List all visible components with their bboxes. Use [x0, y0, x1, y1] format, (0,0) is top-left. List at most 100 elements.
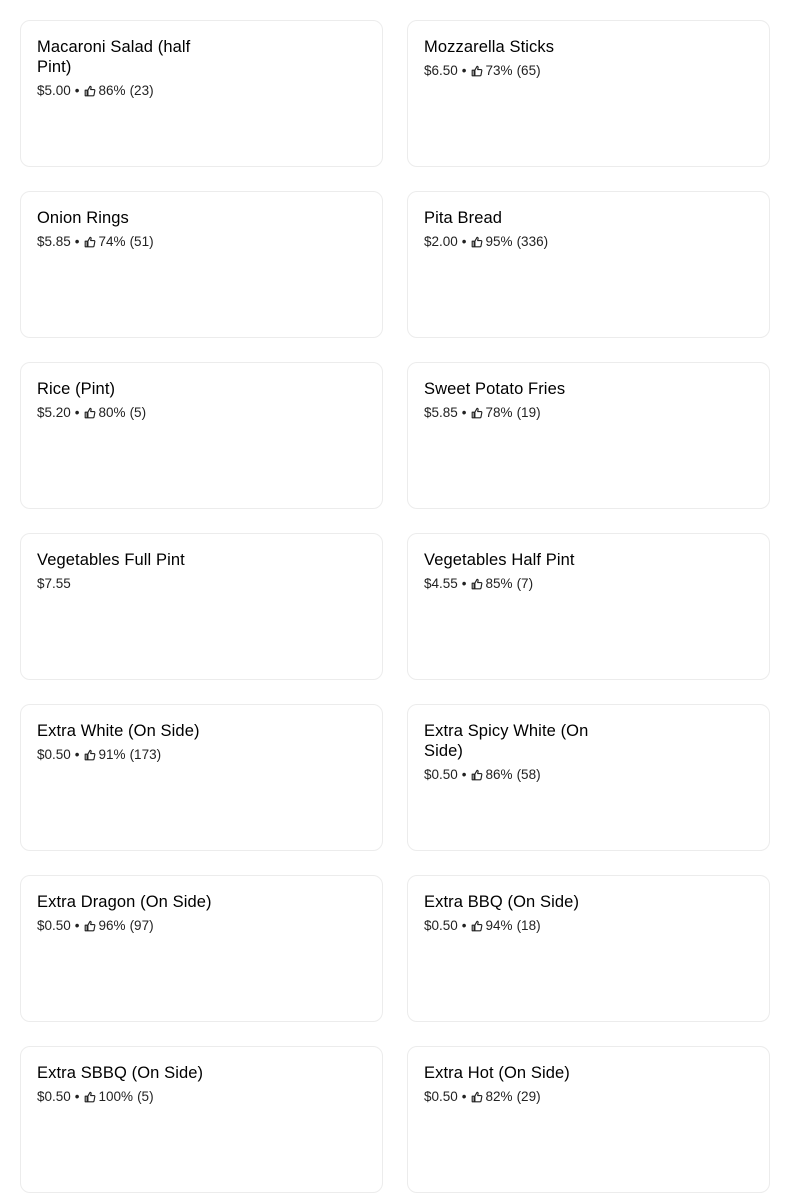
menu-item-card[interactable]: Macaroni Salad (half Pint) $5.00 • 86% (… [20, 20, 383, 167]
thumbs-up-icon [84, 749, 96, 761]
menu-item-name: Sweet Potato Fries [424, 380, 566, 398]
menu-item-card[interactable]: Extra BBQ (On Side) $0.50 • 94% (18) [407, 875, 770, 1022]
menu-item-rating-count: (51) [129, 234, 154, 249]
separator-dot: • [74, 918, 80, 933]
menu-item-name: Vegetables Half Pint [424, 551, 575, 569]
menu-item-rating-count: (18) [516, 918, 541, 933]
separator-dot: • [74, 405, 80, 420]
menu-item-rating: 96% [98, 918, 126, 933]
menu-item-rating-count: (97) [129, 918, 154, 933]
menu-item-meta: $6.50 • 73% (65) [424, 62, 753, 80]
menu-item-rating: 85% [485, 576, 513, 591]
menu-item-rating-count: (23) [129, 83, 154, 98]
menu-item-name: Onion Rings [37, 209, 129, 227]
separator-dot: • [74, 747, 80, 762]
menu-item-card[interactable]: Onion Rings $5.85 • 74% (51) [20, 191, 383, 338]
menu-item-rating-count: (29) [516, 1089, 541, 1104]
thumbs-up-icon [471, 769, 483, 781]
menu-item-rating: 86% [485, 767, 513, 782]
menu-item-rating: 82% [485, 1089, 513, 1104]
menu-item-price: $0.50 [424, 767, 458, 782]
thumbs-up-icon [84, 1091, 96, 1103]
thumbs-up-icon [471, 1091, 483, 1103]
menu-item-meta: $0.50 • 91% (173) [37, 746, 366, 764]
separator-dot: • [461, 1089, 467, 1104]
menu-item-meta: $0.50 • 94% (18) [424, 917, 753, 935]
menu-item-card[interactable]: Extra Spicy White (On Side) $0.50 • 86% … [407, 704, 770, 851]
separator-dot: • [461, 918, 467, 933]
menu-item-card[interactable]: Extra Dragon (On Side) $0.50 • 96% (97) [20, 875, 383, 1022]
separator-dot: • [74, 1089, 80, 1104]
menu-item-meta: $5.20 • 80% (5) [37, 404, 366, 422]
menu-item-card[interactable]: Pita Bread $2.00 • 95% (336) [407, 191, 770, 338]
menu-item-meta: $7.55 [37, 575, 366, 593]
menu-item-name: Extra SBBQ (On Side) [37, 1064, 204, 1082]
menu-item-price: $0.50 [37, 918, 71, 933]
menu-item-price: $0.50 [424, 1089, 458, 1104]
menu-item-price: $0.50 [424, 918, 458, 933]
menu-item-rating: 95% [485, 234, 513, 249]
menu-item-name: Rice (Pint) [37, 380, 116, 398]
menu-item-rating-count: (65) [516, 63, 541, 78]
menu-item-rating-count: (5) [129, 405, 147, 420]
menu-item-price: $7.55 [37, 576, 71, 591]
separator-dot: • [461, 234, 467, 249]
menu-item-rating: 100% [98, 1089, 134, 1104]
menu-item-card[interactable]: Extra SBBQ (On Side) $0.50 • 100% (5) [20, 1046, 383, 1193]
menu-item-price: $5.85 [37, 234, 71, 249]
menu-item-price: $4.55 [424, 576, 458, 591]
separator-dot: • [74, 234, 80, 249]
thumbs-up-icon [84, 407, 96, 419]
menu-item-price: $0.50 [37, 1089, 71, 1104]
thumbs-up-icon [471, 407, 483, 419]
menu-item-price: $5.20 [37, 405, 71, 420]
menu-item-price: $2.00 [424, 234, 458, 249]
menu-item-name: Vegetables Full Pint [37, 551, 185, 569]
menu-item-price: $0.50 [37, 747, 71, 762]
thumbs-up-icon [471, 578, 483, 590]
menu-item-meta: $0.50 • 86% (58) [424, 766, 753, 784]
menu-item-meta: $0.50 • 100% (5) [37, 1088, 366, 1106]
menu-item-meta: $4.55 • 85% (7) [424, 575, 753, 593]
menu-item-meta: $5.85 • 78% (19) [424, 404, 753, 422]
menu-item-name: Extra Spicy White (On Side) [424, 722, 589, 760]
menu-items-grid: Macaroni Salad (half Pint) $5.00 • 86% (… [20, 20, 770, 1193]
menu-item-name: Extra Dragon (On Side) [37, 893, 212, 911]
menu-item-card[interactable]: Extra White (On Side) $0.50 • 91% (173) [20, 704, 383, 851]
menu-item-meta: $5.85 • 74% (51) [37, 233, 366, 251]
separator-dot: • [74, 83, 80, 98]
menu-item-rating: 73% [485, 63, 513, 78]
menu-item-rating: 86% [98, 83, 126, 98]
menu-item-meta: $0.50 • 82% (29) [424, 1088, 753, 1106]
menu-item-rating: 94% [485, 918, 513, 933]
menu-item-name: Extra Hot (On Side) [424, 1064, 570, 1082]
menu-item-rating: 80% [98, 405, 126, 420]
separator-dot: • [461, 405, 467, 420]
menu-item-meta: $5.00 • 86% (23) [37, 82, 366, 100]
thumbs-up-icon [84, 236, 96, 248]
menu-item-card[interactable]: Vegetables Half Pint $4.55 • 85% (7) [407, 533, 770, 680]
menu-item-price: $6.50 [424, 63, 458, 78]
menu-item-rating: 91% [98, 747, 126, 762]
menu-item-name: Pita Bread [424, 209, 503, 227]
separator-dot: • [461, 63, 467, 78]
menu-item-name: Macaroni Salad (half Pint) [37, 38, 191, 76]
menu-item-card[interactable]: Mozzarella Sticks $6.50 • 73% (65) [407, 20, 770, 167]
menu-item-name: Extra BBQ (On Side) [424, 893, 580, 911]
menu-item-rating-count: (173) [129, 747, 162, 762]
thumbs-up-icon [84, 85, 96, 97]
menu-item-card[interactable]: Sweet Potato Fries $5.85 • 78% (19) [407, 362, 770, 509]
menu-item-card[interactable]: Rice (Pint) $5.20 • 80% (5) [20, 362, 383, 509]
menu-item-name: Extra White (On Side) [37, 722, 200, 740]
menu-item-card[interactable]: Extra Hot (On Side) $0.50 • 82% (29) [407, 1046, 770, 1193]
menu-item-rating-count: (58) [516, 767, 541, 782]
menu-item-meta: $2.00 • 95% (336) [424, 233, 753, 251]
thumbs-up-icon [84, 920, 96, 932]
separator-dot: • [461, 767, 467, 782]
menu-item-rating-count: (5) [137, 1089, 154, 1104]
menu-item-price: $5.00 [37, 83, 71, 98]
menu-item-card[interactable]: Vegetables Full Pint $7.55 [20, 533, 383, 680]
thumbs-up-icon [471, 236, 483, 248]
thumbs-up-icon [471, 920, 483, 932]
menu-item-name: Mozzarella Sticks [424, 38, 555, 56]
